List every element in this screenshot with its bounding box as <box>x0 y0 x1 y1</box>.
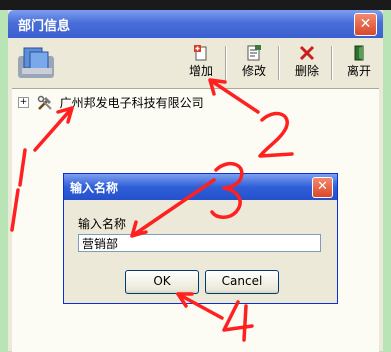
annotation-arrow-3 <box>130 178 216 238</box>
annotation-arrow-1 <box>33 106 74 152</box>
annotation-number-1 <box>10 148 27 232</box>
annotation-number-4 <box>222 300 254 342</box>
annotation-arrow-4 <box>176 292 224 320</box>
annotation-overlay <box>10 78 294 342</box>
annotation-number-3 <box>210 161 244 219</box>
annotation-number-2 <box>258 111 294 158</box>
annotation-arrow-2 <box>208 78 260 114</box>
